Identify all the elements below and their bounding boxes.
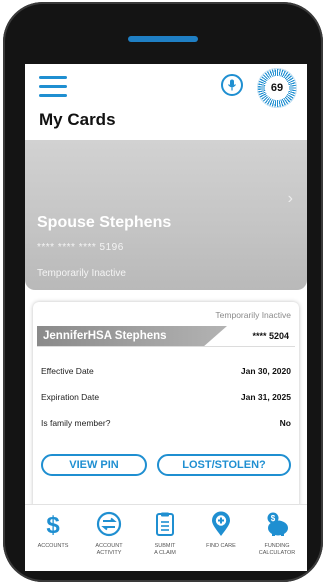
effective-date-row: Effective Date Jan 30, 2020	[41, 366, 291, 382]
card-holder-name: JenniferHSA Stephens	[43, 330, 167, 342]
family-member-row: Is family member? No	[41, 418, 291, 434]
location-plus-icon	[212, 511, 230, 536]
phone-frame: 69 My Cards › Spouse Stephens **** **** …	[3, 2, 323, 582]
row-label: Effective Date	[41, 366, 94, 376]
card-number: **** 5204	[252, 331, 289, 341]
card-holder-name: Spouse Stephens	[37, 214, 172, 231]
nav-funding-calculator[interactable]: $ FUNDING CALCULATOR	[249, 509, 305, 571]
lost-stolen-button[interactable]: LOST/STOLEN?	[157, 454, 291, 476]
card-details-panel: Temporarily Inactive JenniferHSA Stephen…	[33, 302, 299, 510]
app-screen: 69 My Cards › Spouse Stephens **** **** …	[25, 64, 307, 571]
transfer-arrows-icon	[96, 511, 122, 537]
nav-label: ACCOUNTS	[37, 543, 69, 549]
clipboard-icon	[156, 512, 174, 536]
card-status-label: Temporarily Inactive	[215, 310, 291, 320]
piggy-bank-icon: $	[267, 512, 288, 536]
row-value: No	[279, 418, 291, 428]
microphone-icon[interactable]	[221, 74, 243, 96]
card-number: **** **** **** 5196	[37, 242, 124, 253]
hamburger-menu-icon[interactable]	[39, 76, 67, 98]
chevron-right-icon: ›	[287, 190, 293, 207]
nav-find-care[interactable]: FIND CARE	[193, 509, 249, 571]
svg-text:$: $	[271, 514, 276, 523]
wellness-score-badge[interactable]: 69	[257, 68, 297, 108]
expiration-date-row: Expiration Date Jan 31, 2025	[41, 392, 291, 408]
nav-account-activity[interactable]: ACCOUNT ACTIVITY	[81, 509, 137, 571]
dollar-icon: $	[46, 512, 60, 537]
card-status: Temporarily Inactive	[37, 268, 126, 279]
nav-label: SUBMIT A CLAIM	[154, 543, 176, 556]
page-title: My Cards	[39, 110, 116, 129]
spouse-card[interactable]: › Spouse Stephens **** **** **** 5196 Te…	[25, 140, 307, 290]
nav-submit-claim[interactable]: SUBMIT A CLAIM	[137, 509, 193, 571]
nav-label: FIND CARE	[206, 543, 236, 549]
row-label: Expiration Date	[41, 392, 100, 402]
svg-text:$: $	[46, 512, 60, 537]
row-value: Jan 31, 2025	[240, 392, 291, 402]
nav-label: FUNDING CALCULATOR	[258, 543, 296, 556]
nav-accounts[interactable]: $ ACCOUNTS	[25, 509, 81, 571]
card-header-bar: JenniferHSA Stephens **** 5204	[37, 326, 295, 347]
app-header: 69 My Cards	[25, 64, 307, 136]
nav-label: ACCOUNT ACTIVITY	[95, 543, 123, 556]
row-value: Jan 30, 2020	[240, 366, 291, 376]
score-value: 69	[270, 82, 284, 94]
speaker-slot	[128, 36, 198, 42]
view-pin-button[interactable]: VIEW PIN	[41, 454, 147, 476]
row-label: Is family member?	[41, 418, 111, 428]
bottom-navigation: $ ACCOUNTS ACCOUNT ACTIVITY SUBMIT A CLA…	[25, 504, 307, 571]
